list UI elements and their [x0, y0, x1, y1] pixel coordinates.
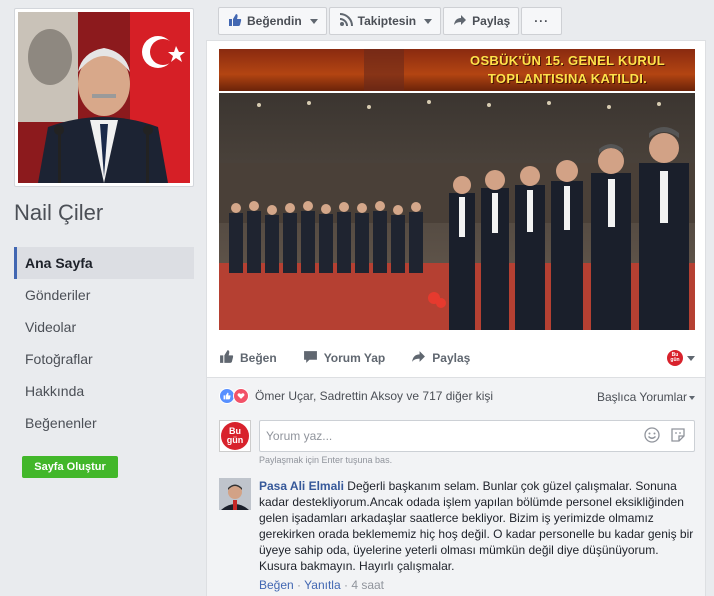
liked-button[interactable]: Beğendin [218, 7, 327, 35]
chevron-down-icon [687, 355, 695, 361]
left-column: Nail Çiler Ana Sayfa Gönderiler Videolar… [0, 0, 206, 596]
post-like-label: Beğen [240, 351, 277, 365]
post-as-selector[interactable]: Bu gün [667, 350, 695, 366]
comment-sort-label: Başlıca Yorumlar [596, 390, 687, 404]
share-page-button[interactable]: Paylaş [443, 7, 520, 35]
banner-text: OSBÜK'ÜN 15. GENEL KURUL TOPLANTISINA KA… [470, 52, 665, 88]
comment-input[interactable]: Yorum yaz... [259, 420, 695, 452]
nav-item-photos[interactable]: Fotoğraflar [14, 343, 194, 375]
create-page-button[interactable]: Sayfa Oluştur [22, 456, 118, 478]
following-button[interactable]: Takiptesin [328, 7, 442, 35]
banner-line-2: TOPLANTISINA KATILDI. [487, 71, 648, 86]
banner-decoration [364, 49, 404, 91]
page-action-bar: Beğendin Takiptesin Paylaş ··· [218, 7, 563, 35]
share-page-label: Paylaş [472, 14, 511, 28]
nav-item-videos[interactable]: Videolar [14, 311, 194, 343]
following-button-label: Takiptesin [357, 14, 417, 28]
comment-reply-link[interactable]: Yanıtla [304, 578, 340, 592]
bugun-avatar-small: Bu gün [667, 350, 683, 366]
comment-sort-dropdown[interactable]: Başlıca Yorumlar [597, 390, 695, 404]
liked-button-label: Beğendin [247, 14, 302, 28]
post-card: OSBÜK'ÜN 15. GENEL KURUL TOPLANTISINA KA… [206, 40, 706, 596]
bugun-logo: Bu gün [221, 422, 249, 450]
page-title[interactable]: Nail Çiler [14, 200, 103, 226]
post-like-button[interactable]: Beğen [219, 349, 277, 367]
comment-hint: Paylaşmak için Enter tuşuna bas. [259, 455, 393, 465]
nav-item-about[interactable]: Hakkında [14, 375, 194, 407]
comment-author[interactable]: Pasa Ali Elmali [259, 479, 344, 493]
chevron-down-icon [689, 395, 695, 400]
reactions-text: Ömer Uçar, Sadrettin Aksoy ve 717 diğer … [255, 389, 494, 403]
more-icon: ··· [534, 14, 550, 28]
thumbs-up-icon [228, 13, 242, 30]
chevron-down-icon [424, 18, 433, 24]
reactions-summary[interactable]: Ömer Uçar, Sadrettin Aksoy ve 717 diğer … [219, 388, 493, 404]
sticker-icon[interactable] [670, 427, 686, 446]
chevron-down-icon [309, 18, 318, 24]
post-comment-label: Yorum Yap [323, 351, 386, 365]
more-options-button[interactable]: ··· [521, 7, 563, 35]
post-comment-button[interactable]: Yorum Yap [303, 349, 386, 367]
emoji-icon[interactable] [644, 426, 660, 446]
share-arrow-icon [411, 349, 426, 367]
comment-body: Pasa Ali Elmali Değerli başkanım selam. … [259, 478, 695, 593]
post-banner: OSBÜK'ÜN 15. GENEL KURUL TOPLANTISINA KA… [219, 49, 695, 91]
comment-input-icons [644, 426, 694, 446]
comment-like-link[interactable]: Beğen [259, 578, 294, 592]
nav-item-posts[interactable]: Gönderiler [14, 279, 194, 311]
comment-text: Değerli başkanım selam. Bunlar çok güzel… [259, 479, 694, 573]
post-photo[interactable] [219, 93, 695, 330]
rss-icon [339, 12, 353, 30]
post-share-label: Paylaş [432, 351, 471, 365]
commenter-page-avatar: Bu gün [219, 420, 251, 452]
love-reaction-icon [233, 388, 249, 404]
share-arrow-icon [453, 13, 467, 30]
thumbs-up-icon [219, 349, 234, 367]
page-nav: Ana Sayfa Gönderiler Videolar Fotoğrafla… [14, 247, 194, 439]
comment-time[interactable]: 4 saat [351, 578, 384, 592]
nav-item-home[interactable]: Ana Sayfa [14, 247, 194, 279]
comments-section: Ömer Uçar, Sadrettin Aksoy ve 717 diğer … [207, 378, 705, 596]
profile-picture-frame[interactable] [14, 8, 194, 187]
comment-meta: Beğen · Yanıtla · 4 saat [259, 578, 385, 592]
comment-bubble-icon [303, 349, 318, 367]
post-share-button[interactable]: Paylaş [411, 349, 470, 367]
profile-picture [18, 12, 190, 183]
comment-placeholder: Yorum yaz... [266, 429, 333, 443]
banner-line-1: OSBÜK'ÜN 15. GENEL KURUL [470, 53, 665, 68]
commenter-avatar[interactable] [219, 478, 251, 510]
nav-item-likes[interactable]: Beğenenler [14, 407, 194, 439]
post-actions-bar: Beğen Yorum Yap Paylaş Bu gün [219, 344, 695, 372]
